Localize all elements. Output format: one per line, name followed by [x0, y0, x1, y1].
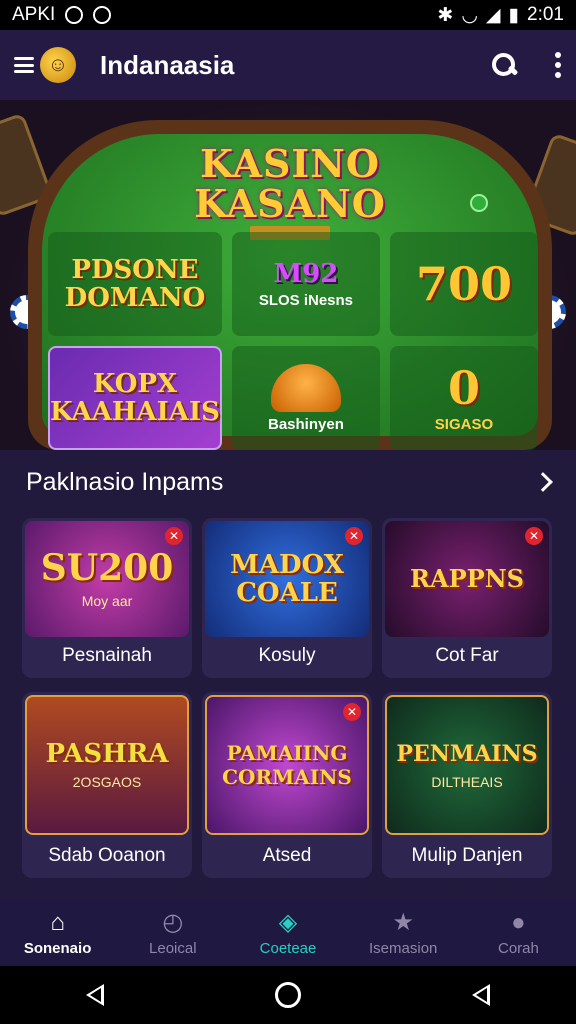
game-thumb-title: MADOX COALE [230, 550, 344, 608]
close-icon[interactable]: ✕ [525, 527, 543, 545]
notification-icon [65, 6, 84, 24]
game-card[interactable]: PENMAINS DILTHEAIS Mulip Danjen [382, 692, 552, 878]
app-title: Indanaasia [100, 49, 235, 80]
close-icon[interactable]: ✕ [345, 527, 363, 545]
hero-tile[interactable]: Bashinyen [231, 346, 380, 450]
game-card[interactable]: PAMAIING CORMAINS ✕ Atsed [202, 692, 372, 878]
game-thumbnail: PASHRA 2OSGAOS [25, 695, 189, 835]
recents-icon[interactable] [472, 984, 491, 1006]
games-section: Paklnasio Inpams SU200 Moy aar ✕ Pesnain… [0, 450, 576, 900]
home-icon: ⌂ [50, 908, 65, 936]
table-felt: KASINO KASANO PDSONE DOMANO M92 SLOS iNe… [42, 134, 538, 450]
game-thumbnail: RAPPNS ✕ [385, 521, 549, 637]
game-card-label: Sdab Ooanon [48, 845, 166, 866]
game-thumb-title: RAPPNS [410, 564, 524, 593]
game-thumbnail: MADOX COALE ✕ [205, 521, 369, 637]
hero-tile[interactable]: PDSONE DOMANO [48, 232, 222, 336]
game-thumb-subtitle: 2OSGAOS [72, 774, 142, 790]
game-card[interactable]: MADOX COALE ✕ Kosuly [202, 518, 372, 678]
nav-item-favorites[interactable]: ★ Isemasion [346, 900, 461, 966]
hero-tile-title: M92 [273, 258, 339, 289]
game-thumb-title: PAMAIING CORMAINS [222, 741, 352, 789]
close-icon[interactable]: ✕ [165, 527, 183, 545]
game-card-label: Cot Far [435, 645, 499, 666]
hero-banner[interactable]: KASINO KASANO PDSONE DOMANO M92 SLOS iNe… [0, 100, 576, 450]
game-thumbnail: PAMAIING CORMAINS ✕ [205, 695, 369, 835]
casino-table: KASINO KASANO PDSONE DOMANO M92 SLOS iNe… [28, 120, 552, 450]
app-logo: ☺ [40, 47, 76, 83]
back-icon[interactable] [85, 984, 104, 1006]
signal-icon: ◢ [485, 4, 501, 26]
chevron-right-icon[interactable] [533, 472, 553, 492]
nav-item-label: Leoical [149, 939, 197, 957]
game-thumb-title: PASHRA [45, 739, 169, 769]
wifi-icon: ◡ [461, 4, 478, 26]
system-home-icon[interactable] [274, 982, 301, 1008]
section-header[interactable]: Paklnasio Inpams [0, 450, 576, 514]
game-card-label: Atsed [262, 845, 312, 866]
bluetooth-icon: ✱ [437, 4, 454, 26]
hero-tile-subtitle: Bashinyen [268, 415, 344, 433]
star-icon: ★ [392, 908, 414, 936]
game-card-label: Pesnainah [62, 645, 152, 666]
history-icon: ◴ [162, 908, 184, 936]
profile-icon: ● [511, 908, 526, 936]
notification-icon-2 [93, 6, 112, 24]
bottom-nav: ⌂ Sonenaio ◴ Leoical ◈ Coeteae ★ Isemasi… [0, 900, 576, 966]
nav-item-home[interactable]: ⌂ Sonenaio [0, 900, 115, 966]
hero-tile-subtitle: SIGASO [434, 415, 494, 433]
status-left-text: APKI [12, 4, 56, 25]
hero-tile-title: 0 [447, 360, 480, 415]
game-card-label: Kosuly [258, 645, 316, 666]
nav-item-label: Coeteae [259, 939, 317, 957]
games-grid: SU200 Moy aar ✕ Pesnainah MADOX COALE ✕ … [0, 514, 576, 882]
more-options-icon[interactable] [554, 52, 562, 78]
game-thumb-title: PENMAINS [396, 741, 538, 767]
game-card[interactable]: SU200 Moy aar ✕ Pesnainah [22, 518, 192, 678]
nav-item-label: Isemasion [369, 939, 438, 957]
games-icon: ◈ [278, 908, 298, 936]
hero-title-line2: KASANO [194, 181, 386, 226]
close-icon[interactable]: ✕ [343, 703, 361, 721]
hero-tile[interactable]: KOPX KAAHAIAIS [48, 346, 222, 450]
hero-title: KASINO KASANO [42, 144, 538, 240]
roast-dish-icon [270, 363, 341, 412]
game-thumb-subtitle: DILTHEAIS [431, 774, 503, 790]
nav-item-games[interactable]: ◈ Coeteae [230, 900, 345, 966]
status-bar: APKI ✱ ◡ ◢ ▮ 2:01 [0, 0, 576, 30]
hero-tile-title: 700 [415, 257, 512, 311]
status-time: 2:01 [527, 4, 564, 25]
game-card[interactable]: RAPPNS ✕ Cot Far [382, 518, 552, 678]
hero-tile[interactable]: 0 SIGASO [389, 346, 538, 450]
nav-item-profile[interactable]: ● Corah [461, 900, 576, 966]
game-thumb-subtitle: Moy aar [81, 593, 133, 609]
hero-tiles: PDSONE DOMANO M92 SLOS iNesns 700 KOPX K… [48, 232, 538, 450]
nav-item-label: Corah [497, 939, 539, 957]
nav-item-history[interactable]: ◴ Leoical [115, 900, 230, 966]
game-thumbnail: PENMAINS DILTHEAIS [385, 695, 549, 835]
hero-tile[interactable]: 700 [389, 232, 538, 336]
nav-item-label: Sonenaio [23, 939, 92, 957]
game-thumbnail: SU200 Moy aar ✕ [25, 521, 189, 637]
hero-title-line1: KASINO [199, 141, 381, 186]
battery-icon: ▮ [508, 4, 520, 26]
app-bar: ☺ Indanaasia [0, 30, 576, 100]
hero-tile-title: KOPX KAAHAIAIS [50, 369, 220, 427]
game-card[interactable]: PASHRA 2OSGAOS Sdab Ooanon [22, 692, 192, 878]
search-icon[interactable] [490, 51, 518, 79]
game-card-label: Mulip Danjen [411, 845, 523, 866]
game-thumb-title: SU200 [40, 547, 174, 589]
menu-icon[interactable] [14, 57, 34, 73]
hero-tile-subtitle: SLOS iNesns [258, 291, 354, 309]
system-nav-bar [0, 966, 576, 1024]
hero-tile[interactable]: M92 SLOS iNesns [231, 232, 380, 336]
hero-tile-title: PDSONE DOMANO [64, 255, 206, 313]
section-title: Paklnasio Inpams [26, 467, 224, 496]
green-chip-icon [470, 194, 488, 212]
